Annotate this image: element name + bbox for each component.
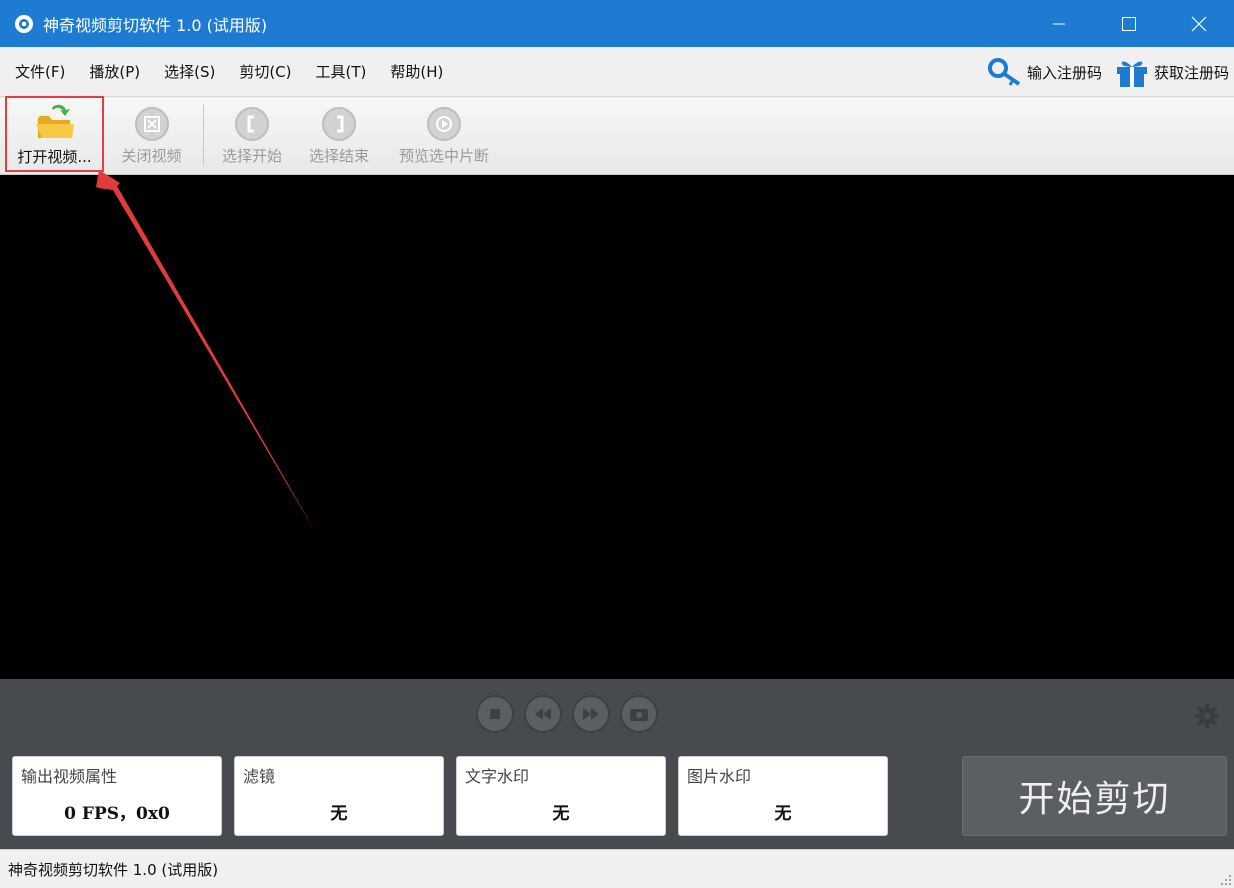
image-watermark-box[interactable]: 图片水印 无: [678, 756, 888, 836]
rewind-icon: [535, 708, 551, 720]
toolbar: 打开视频... 关闭视频 选择开始 选择结束 预览选中片断: [0, 96, 1234, 175]
bottom-panel: 输出视频属性 0 FPS，0x0 滤镜 无 文字水印 无 图片水印 无 开始剪切: [0, 679, 1234, 849]
close-video-button[interactable]: 关闭视频: [108, 98, 195, 172]
resize-grip-icon[interactable]: [1220, 874, 1232, 886]
open-video-button[interactable]: 打开视频...: [5, 96, 104, 172]
menu-tools[interactable]: 工具(T): [316, 61, 367, 82]
status-text: 神奇视频剪切软件 1.0 (试用版): [8, 860, 219, 879]
maximize-icon: [1122, 16, 1136, 31]
minimize-button[interactable]: [1024, 0, 1094, 47]
close-video-icon: [134, 107, 169, 141]
status-bar: 神奇视频剪切软件 1.0 (试用版): [0, 849, 1234, 888]
stop-button[interactable]: [476, 695, 514, 733]
text-watermark-title: 文字水印: [465, 767, 530, 786]
menu-bar: 文件(F) 播放(P) 选择(S) 剪切(C) 工具(T) 帮助(H) 输入注册…: [0, 47, 1234, 97]
select-end-icon: [322, 107, 356, 141]
video-display[interactable]: [0, 175, 1234, 679]
gift-icon: [1116, 61, 1147, 87]
output-properties-value: 0 FPS，0x0: [64, 804, 170, 824]
open-video-label: 打开视频...: [17, 148, 92, 166]
select-start-button[interactable]: 选择开始: [212, 98, 292, 172]
app-logo-icon: [15, 14, 33, 33]
preview-selection-label: 预览选中片断: [398, 147, 489, 165]
menu-play[interactable]: 播放(P): [89, 61, 140, 82]
image-watermark-title: 图片水印: [687, 767, 752, 786]
close-icon: [1191, 16, 1207, 31]
key-icon: [987, 58, 1021, 86]
camera-icon: [630, 709, 648, 721]
fast-forward-button[interactable]: [572, 695, 610, 733]
fast-forward-icon: [583, 708, 599, 720]
window-controls: [1024, 0, 1234, 47]
app-window: 神奇视频剪切软件 1.0 (试用版) 文件(F) 播放(P) 选择(S) 剪切(…: [0, 0, 1234, 888]
rewind-button[interactable]: [524, 695, 562, 733]
output-properties-title: 输出视频属性: [21, 767, 118, 786]
select-start-icon: [235, 107, 269, 141]
minimize-icon: [1053, 23, 1065, 24]
output-properties-box[interactable]: 输出视频属性 0 FPS，0x0: [12, 756, 222, 836]
toolbar-separator: [203, 104, 204, 166]
gear-icon[interactable]: [1194, 703, 1220, 729]
get-code-link[interactable]: 获取注册码: [1114, 56, 1229, 88]
filter-value: 无: [330, 804, 348, 824]
snapshot-button[interactable]: [620, 695, 658, 733]
enter-code-link[interactable]: 输入注册码: [987, 57, 1102, 87]
registration-links: 输入注册码 获取注册码: [975, 47, 1229, 97]
filter-title: 滤镜: [243, 767, 276, 786]
image-watermark-value: 无: [774, 804, 792, 824]
close-video-label: 关闭视频: [121, 147, 182, 165]
menu-cut[interactable]: 剪切(C): [239, 61, 291, 82]
window-title: 神奇视频剪切软件 1.0 (试用版): [43, 15, 268, 35]
stop-icon: [490, 709, 500, 719]
text-watermark-value: 无: [552, 804, 570, 824]
select-end-button[interactable]: 选择结束: [299, 98, 379, 172]
title-bar: 神奇视频剪切软件 1.0 (试用版): [0, 0, 1234, 47]
start-cut-button[interactable]: 开始剪切: [962, 756, 1227, 836]
open-folder-icon: [35, 104, 74, 138]
preview-play-icon: [427, 107, 461, 141]
menu-file[interactable]: 文件(F): [15, 61, 65, 82]
text-watermark-box[interactable]: 文字水印 无: [456, 756, 666, 836]
maximize-button[interactable]: [1094, 0, 1164, 47]
preview-selection-button[interactable]: 预览选中片断: [388, 98, 500, 172]
menu-select[interactable]: 选择(S): [164, 61, 215, 82]
select-end-label: 选择结束: [308, 147, 369, 165]
filter-box[interactable]: 滤镜 无: [234, 756, 444, 836]
get-code-label: 获取注册码: [1153, 63, 1229, 82]
menu-help[interactable]: 帮助(H): [390, 61, 443, 82]
enter-code-label: 输入注册码: [1026, 63, 1102, 82]
close-button[interactable]: [1164, 0, 1234, 47]
select-start-label: 选择开始: [221, 147, 282, 165]
